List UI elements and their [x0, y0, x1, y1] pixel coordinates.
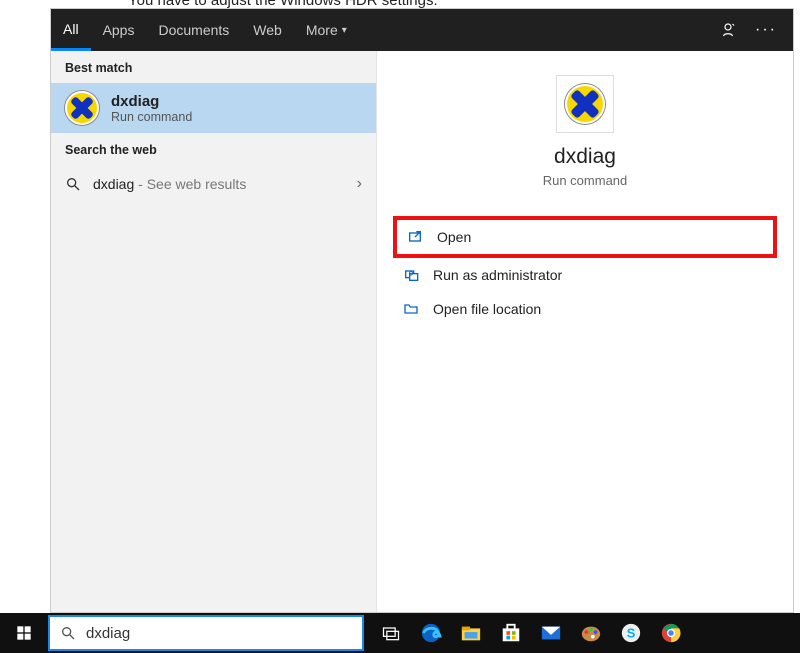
taskbar-search-box[interactable] — [48, 615, 364, 651]
tab-all[interactable]: All — [51, 9, 91, 51]
web-result-query: dxdiag — [93, 176, 134, 192]
paint-icon[interactable] — [578, 620, 604, 646]
tabs-right-controls: ··· — [719, 21, 793, 39]
search-web-header: Search the web — [51, 133, 376, 165]
folder-icon — [403, 301, 419, 317]
action-run-admin-label: Run as administrator — [433, 267, 562, 283]
action-open-label: Open — [437, 229, 471, 245]
taskbar: S — [0, 613, 800, 653]
file-explorer-icon[interactable] — [458, 620, 484, 646]
best-match-header: Best match — [51, 51, 376, 83]
tab-web[interactable]: Web — [241, 9, 294, 51]
tab-apps[interactable]: Apps — [91, 9, 147, 51]
preview-subtitle: Run command — [377, 173, 793, 188]
start-button[interactable] — [0, 613, 48, 653]
best-match-item[interactable]: dxdiag Run command — [51, 83, 376, 133]
task-view-icon[interactable] — [378, 620, 404, 646]
tab-documents[interactable]: Documents — [146, 9, 241, 51]
search-icon — [65, 176, 81, 192]
preview-app-icon — [556, 75, 614, 133]
more-options-icon[interactable]: ··· — [755, 21, 777, 39]
action-run-admin[interactable]: Run as administrator — [393, 258, 777, 292]
chrome-icon[interactable] — [658, 620, 684, 646]
dxdiag-icon — [65, 91, 99, 125]
shield-icon — [403, 267, 419, 283]
skype-icon[interactable]: S — [618, 620, 644, 646]
store-icon[interactable] — [498, 620, 524, 646]
preview-header: dxdiag Run command — [377, 75, 793, 188]
action-open-location-label: Open file location — [433, 301, 541, 317]
web-result-item[interactable]: dxdiag - See web results › — [51, 165, 376, 203]
preview-column: dxdiag Run command Open Run as administr… — [377, 51, 793, 612]
best-match-subtitle: Run command — [111, 110, 192, 124]
search-icon — [60, 625, 76, 641]
taskbar-apps: S — [364, 620, 800, 646]
preview-title: dxdiag — [377, 145, 793, 169]
tab-more-label: More — [306, 22, 338, 38]
search-tabs: All Apps Documents Web More ▾ ··· — [51, 9, 793, 51]
open-icon — [407, 229, 423, 245]
action-open-location[interactable]: Open file location — [393, 292, 777, 326]
preview-actions: Open Run as administrator Open file loca… — [377, 216, 793, 326]
web-result-hint: - See web results — [134, 176, 246, 192]
edge-icon[interactable] — [418, 620, 444, 646]
dxdiag-icon — [565, 84, 605, 124]
panel-body: Best match dxdiag Run command Search the… — [51, 51, 793, 612]
action-open[interactable]: Open — [393, 216, 777, 258]
tab-more[interactable]: More ▾ — [294, 9, 359, 51]
taskbar-search-input[interactable] — [86, 625, 352, 642]
best-match-text: dxdiag Run command — [111, 93, 192, 124]
results-column: Best match dxdiag Run command Search the… — [51, 51, 377, 612]
chevron-right-icon: › — [357, 175, 362, 193]
feedback-icon[interactable] — [719, 21, 737, 39]
best-match-title: dxdiag — [111, 93, 192, 110]
mail-icon[interactable] — [538, 620, 564, 646]
chevron-down-icon: ▾ — [342, 25, 347, 36]
svg-text:S: S — [627, 626, 636, 641]
windows-search-panel: All Apps Documents Web More ▾ ··· Best m… — [50, 8, 794, 613]
